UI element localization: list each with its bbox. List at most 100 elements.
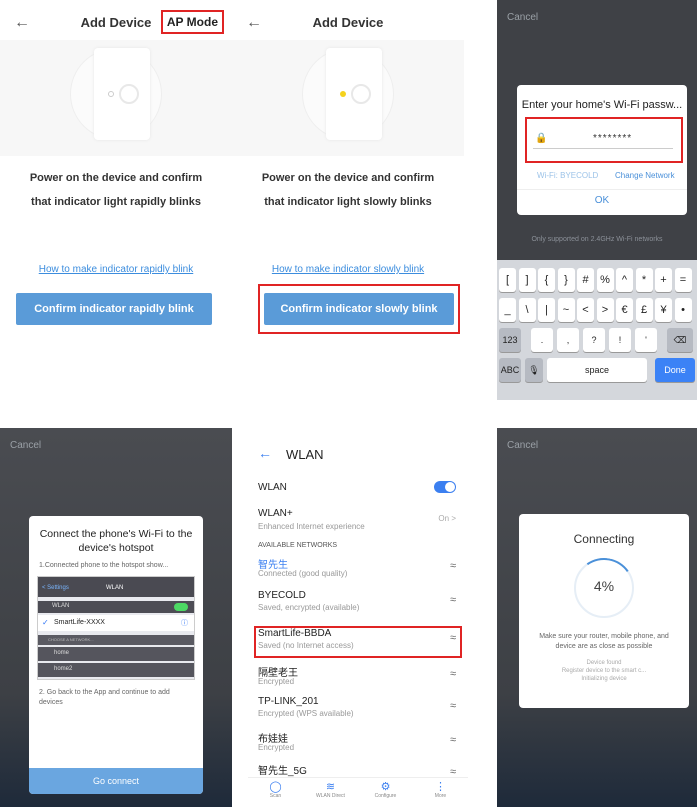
mini-ios-settings: < Settings WLAN WLAN ✓ SmartLife-XXXX ⓘ … bbox=[37, 576, 195, 680]
keyboard-key[interactable]: } bbox=[557, 268, 575, 292]
mini-wlan-row: WLAN bbox=[38, 601, 194, 613]
keyboard-key[interactable]: . bbox=[531, 328, 553, 352]
keyboard-key[interactable]: + bbox=[655, 268, 672, 292]
keyboard-key[interactable]: ^ bbox=[616, 268, 633, 292]
wlan-header: ← WLAN bbox=[248, 440, 468, 468]
connecting-title: Connecting bbox=[573, 532, 635, 546]
scan-icon: ◯ bbox=[269, 781, 282, 793]
lock-icon: 🔒 bbox=[535, 133, 548, 144]
network-row[interactable]: BYECOLD Saved, encrypted (available) ≈ bbox=[248, 588, 468, 618]
mini-home2: home2 bbox=[54, 666, 73, 672]
available-networks-header: AVAILABLE NETWORKS bbox=[258, 542, 338, 549]
wifi-signal-icon: ≈ bbox=[449, 560, 456, 572]
keyboard-key[interactable]: ¥ bbox=[655, 298, 672, 322]
toolbar-item[interactable]: ≋ WLAN Direct bbox=[303, 780, 358, 799]
abc-key[interactable]: ABC bbox=[499, 358, 521, 382]
mini-home2-row: home2 bbox=[38, 663, 194, 677]
network-row[interactable]: 智先生 Connected (good quality) ≈ bbox=[248, 554, 468, 584]
proximity-hint: Make sure your router, mobile phone, and… bbox=[539, 633, 669, 650]
keyboard-key[interactable]: ] bbox=[518, 268, 536, 292]
done-key[interactable]: Done bbox=[655, 358, 695, 382]
mini-selected-row: ✓ SmartLife-XXXX ⓘ bbox=[38, 615, 194, 631]
mini-title: WLAN bbox=[106, 585, 124, 591]
device-image bbox=[94, 48, 150, 140]
indicator-led bbox=[108, 91, 114, 97]
back-arrow-icon[interactable]: ← bbox=[258, 445, 272, 461]
space-key[interactable]: space bbox=[547, 358, 647, 382]
microphone-icon[interactable]: 🎙 bbox=[525, 358, 543, 382]
mini-wlan-label: WLAN bbox=[52, 603, 70, 609]
network-row[interactable]: 布娃娃 Encrypted ≈ bbox=[248, 728, 468, 758]
indicator-led bbox=[340, 91, 346, 97]
go-connect-button[interactable]: Go connect bbox=[29, 768, 203, 794]
keyboard-key[interactable]: ! bbox=[609, 328, 631, 352]
bottom-toolbar: ◯ Scan ≋ WLAN Direct ⚙ Configure ⋮ More bbox=[248, 777, 468, 807]
wlan-toggle-row[interactable]: WLAN bbox=[248, 478, 468, 498]
instruction-line-1: Power on the device and confirm bbox=[261, 172, 435, 184]
confirm-button[interactable]: Confirm indicator rapidly blink bbox=[16, 293, 212, 325]
confirm-button[interactable]: Confirm indicator slowly blink bbox=[264, 293, 454, 325]
keyboard-key[interactable]: £ bbox=[635, 298, 653, 322]
network-row[interactable]: TP-LINK_201 Encrypted (WPS available) ≈ bbox=[248, 694, 468, 724]
keyboard-key[interactable]: _ bbox=[499, 298, 516, 322]
toolbar-label: More bbox=[434, 793, 447, 799]
wlan-plus-sub: Enhanced Internet experience bbox=[258, 522, 365, 531]
backspace-key[interactable]: ⌫ bbox=[667, 328, 693, 352]
keyboard-key[interactable]: ? bbox=[583, 328, 605, 352]
keyboard-key[interactable]: < bbox=[577, 298, 594, 322]
highlight-box bbox=[254, 626, 462, 658]
change-network-link[interactable]: Change Network bbox=[615, 171, 675, 180]
wifi-signal-icon: ≈ bbox=[449, 700, 456, 712]
network-row[interactable]: 隔壁老王 Encrypted ≈ bbox=[248, 662, 468, 692]
instruction-line-2: that indicator light rapidly blinks bbox=[31, 196, 201, 208]
keyboard-key[interactable]: € bbox=[616, 298, 633, 322]
keyboard-key[interactable]: ~ bbox=[557, 298, 575, 322]
help-link[interactable]: How to make indicator slowly blink bbox=[232, 264, 464, 275]
network-status: Connected (good quality) bbox=[258, 569, 348, 578]
network-name: BYECOLD bbox=[258, 590, 306, 601]
ap-mode-button[interactable]: AP Mode bbox=[160, 10, 224, 34]
ok-button[interactable]: OK bbox=[517, 195, 687, 206]
keyboard-key[interactable]: % bbox=[596, 268, 614, 292]
keyboard-key[interactable]: { bbox=[538, 268, 555, 292]
keyboard-key[interactable]: , bbox=[557, 328, 579, 352]
cancel-link[interactable]: Cancel bbox=[507, 12, 538, 23]
keyboard-key[interactable]: | bbox=[538, 298, 555, 322]
keyboard-key[interactable]: • bbox=[674, 298, 692, 322]
toolbar-item[interactable]: ⚙ Configure bbox=[358, 780, 413, 799]
network-status: Encrypted (WPS available) bbox=[258, 709, 354, 718]
status-initializing: Initializing device bbox=[581, 676, 627, 682]
dialog-title: Enter your home's Wi-Fi passw... bbox=[521, 99, 683, 111]
help-link[interactable]: How to make indicator rapidly blink bbox=[0, 264, 232, 275]
toolbar-item[interactable]: ◯ Scan bbox=[248, 780, 303, 799]
mini-back: < Settings bbox=[42, 585, 69, 591]
keyboard-key[interactable]: * bbox=[635, 268, 653, 292]
cancel-link[interactable]: Cancel bbox=[507, 440, 538, 451]
keyboard: []{} #% ^ * + = _ \ | ~ < > € £ ¥ • 123.,?! ' ⌫ ABC 🎙 space Do… bbox=[497, 260, 697, 400]
toolbar-item[interactable]: ⋮ More bbox=[413, 780, 468, 799]
network-status: Saved, encrypted (available) bbox=[258, 603, 360, 612]
keyboard-key[interactable]: 123 bbox=[499, 328, 521, 352]
keyboard-key[interactable]: \ bbox=[518, 298, 536, 322]
keyboard-key[interactable]: = bbox=[674, 268, 692, 292]
cancel-link[interactable]: Cancel bbox=[10, 440, 41, 451]
step-1-text: 1.Connected phone to the hotspot show... bbox=[39, 562, 169, 569]
wlan-plus-row[interactable]: WLAN+ Enhanced Internet experience On > bbox=[248, 506, 468, 534]
mini-home-row: home bbox=[38, 647, 194, 661]
wlan-toggle[interactable] bbox=[434, 481, 456, 493]
network-name: TP-LINK_201 bbox=[258, 696, 319, 707]
dialog-divider bbox=[517, 189, 687, 190]
wlan-plus-value: On > bbox=[438, 514, 456, 523]
status-register: Register device to the smart c... bbox=[561, 668, 647, 674]
instruction-line-2: that indicator light slowly blinks bbox=[264, 196, 432, 208]
progress-ring: 4% bbox=[569, 553, 639, 623]
screen-connecting: Cancel Connecting 4% Make sure your rout… bbox=[497, 428, 697, 807]
wifi-info-icon: ⓘ bbox=[181, 620, 188, 627]
device-button-ring bbox=[119, 84, 139, 104]
keyboard-key[interactable]: > bbox=[596, 298, 614, 322]
keyboard-key[interactable]: ' bbox=[635, 328, 657, 352]
password-field[interactable]: 🔒 ******** bbox=[533, 131, 673, 149]
keyboard-key[interactable]: # bbox=[577, 268, 594, 292]
screen-wifi-password: Cancel Enter your home's Wi-Fi passw... … bbox=[497, 0, 697, 400]
keyboard-key[interactable]: [ bbox=[499, 268, 516, 292]
